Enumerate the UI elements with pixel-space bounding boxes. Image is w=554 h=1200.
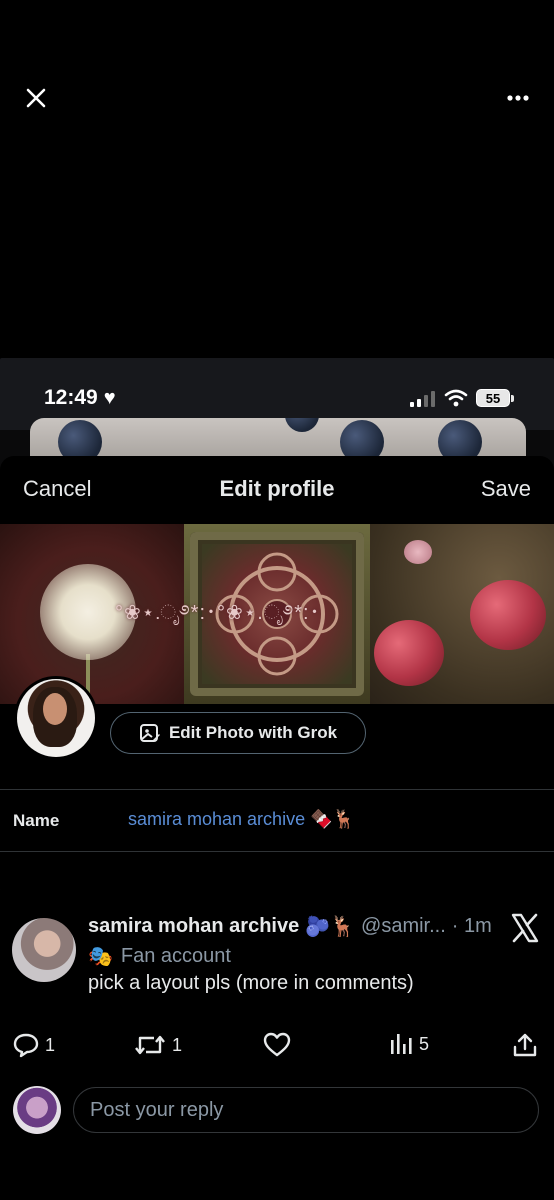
current-user-avatar[interactable] — [13, 1086, 61, 1134]
retweet-icon — [135, 1035, 165, 1055]
view-count: 5 — [419, 1033, 430, 1054]
wifi-icon — [444, 389, 468, 407]
save-button[interactable]: Save — [481, 476, 531, 502]
retweet-button[interactable]: 1 — [134, 1032, 182, 1058]
more-horizontal-icon — [507, 95, 529, 101]
author-emoji: 🫐🦌 — [305, 916, 356, 938]
affiliation-badge: 🎭 Fan account — [88, 944, 231, 969]
profile-avatar[interactable] — [14, 676, 98, 760]
share-button[interactable] — [512, 1032, 538, 1058]
avatar-face — [43, 693, 67, 725]
edit-photo-with-grok-button[interactable]: Edit Photo with Grok — [110, 712, 366, 754]
close-icon — [26, 88, 46, 108]
affiliation-label: Fan account — [120, 945, 231, 967]
name-field-label: Name — [13, 811, 60, 830]
divider — [0, 851, 554, 852]
page-title: Edit profile — [219, 476, 335, 501]
header-banner-image[interactable]: °❀⋆.ೃ࿔*:･°❀⋆.ೃ࿔*:･ — [0, 524, 554, 704]
name-field-input[interactable]: samira mohan archive 🍫🦌 — [128, 809, 355, 830]
more-options-button[interactable] — [500, 80, 536, 116]
author-handle[interactable]: @samir... — [361, 915, 446, 938]
heart-icon — [263, 1032, 291, 1057]
battery-indicator: 55 — [476, 389, 510, 407]
share-icon — [513, 1033, 537, 1057]
tweet-timestamp[interactable]: · 1m — [452, 915, 492, 938]
tweet-text: pick a layout pls (more in comments) — [88, 972, 414, 994]
x-logo-icon[interactable] — [510, 912, 540, 944]
grok-button-label: Edit Photo with Grok — [168, 723, 338, 742]
close-button[interactable] — [18, 80, 54, 116]
attached-screenshot[interactable]: 12:49 ♥ 55 Cancel Edit profile Save °❀⋆.… — [0, 358, 554, 890]
reply-input[interactable]: Post your reply — [73, 1087, 539, 1133]
edit-profile-sheet: Cancel Edit profile Save °❀⋆.ೃ࿔*:･°❀⋆.ೃ࿔… — [0, 456, 554, 890]
masks-icon: 🎭 — [88, 946, 113, 968]
reply-icon — [13, 1033, 39, 1058]
analytics-icon — [391, 1034, 412, 1054]
reply-button[interactable]: 1 — [13, 1032, 55, 1058]
banner-decorative-text: °❀⋆.ೃ࿔*:･°❀⋆.ೃ࿔*:･ — [115, 602, 321, 624]
retweet-count: 1 — [172, 1034, 183, 1055]
tweet-author-line: samira mohan archive 🫐🦌 @samir... · 1m — [88, 914, 492, 939]
heart-icon: ♥ — [103, 386, 116, 409]
like-button[interactable] — [263, 1032, 297, 1058]
author-name[interactable]: samira mohan archive — [88, 915, 299, 938]
battery-tip — [511, 395, 514, 402]
divider — [0, 789, 554, 790]
author-avatar[interactable] — [12, 918, 76, 982]
views-button[interactable]: 5 — [389, 1032, 429, 1056]
avatar-photo — [17, 679, 95, 757]
banner-raspberry-panel — [370, 524, 554, 704]
status-time: 12:49 — [44, 386, 98, 409]
status-clock: 12:49 ♥ — [44, 386, 116, 410]
image-edit-icon — [139, 724, 160, 742]
reply-count: 1 — [45, 1034, 56, 1055]
cellular-signal-icon — [410, 391, 435, 407]
